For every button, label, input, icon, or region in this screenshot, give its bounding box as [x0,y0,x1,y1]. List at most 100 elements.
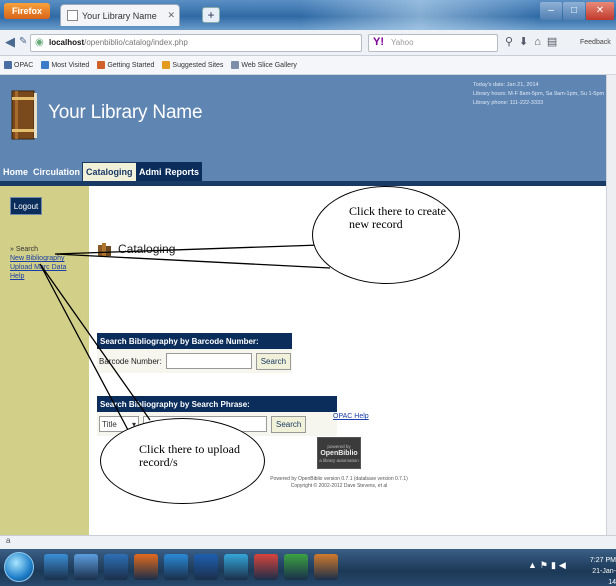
web-page: Your Library Name Today's date: Jan 21, … [0,75,606,535]
bookmark-icon [231,61,240,69]
sidebar-item-upload-marc[interactable]: Upload Marc Data [10,263,66,272]
barcode-label: Barcode Number: [99,356,162,366]
search-bar[interactable]: Y! Yahoo [368,34,498,52]
library-info: Today's date: Jan 21, 2014 Library hours… [473,81,604,108]
bookmark-icon [4,61,12,69]
bookmark-item[interactable]: Most Visited [41,61,89,69]
taskbar-app-icon[interactable] [164,554,188,580]
clock-date: 21-Jan-14 [592,568,616,586]
bookmarks-bar: OPAC Most Visited Getting Started Suggested… [0,56,616,75]
windows-taskbar: ▲⚑▮◀ 7:27 PM 21-Jan-14 [0,549,616,586]
bookmark-label: Suggested Sites [172,61,224,69]
taskbar-app-icon[interactable] [254,554,278,580]
books-icon [98,243,111,256]
browser-titlebar: Firefox Your Library Name ✕ + – □ ✕ [0,0,616,30]
barcode-box-title: Search Bibliography by Barcode Number: [97,333,292,349]
phrase-search-button[interactable]: Search [271,415,307,433]
taskbar-app-icon[interactable] [314,554,338,580]
url-bar[interactable]: ◉ localhost/openbiblio/catalog/index.php [30,34,362,52]
tab-title: Your Library Name [82,10,157,21]
site-identity-icon: ◉ [35,37,44,48]
taskbar-app-icon[interactable] [224,554,248,580]
titlebar-glare [300,0,540,30]
page-title: Cataloging [118,242,176,256]
taskbar-app-icon[interactable] [74,554,98,580]
new-tab-icon[interactable]: + [202,7,220,23]
library-name: Your Library Name [48,102,203,123]
maximize-icon[interactable]: □ [563,2,585,20]
book-logo-icon [11,90,37,140]
sidebar-item-help[interactable]: Help [10,272,66,281]
close-tab-icon[interactable]: ✕ [167,10,175,21]
phrase-box-title: Search Bibliography by Search Phrase: [97,396,337,412]
bookmark-icon [162,61,171,69]
openbiblio-logo[interactable]: powered by OpenBiblio a library automati… [317,437,361,469]
tab-reports[interactable]: Reports [162,162,203,181]
bookmark-label: Most Visited [51,61,90,69]
barcode-search-button[interactable]: Search [255,352,292,370]
page-heading: Cataloging [97,241,175,257]
taskbar-clock[interactable]: 7:27 PM 21-Jan-14 [585,555,616,586]
taskbar-app-icon[interactable] [44,554,68,580]
sidebar-search-label: » Search [10,246,39,253]
sidebar-item-new-bibliography[interactable]: New Bibliography [10,254,66,263]
footer-copyright: Copyright © 2002-2012 Dave Stevens, et a… [290,483,388,489]
page-icon [67,10,78,21]
bookmark-icon [41,61,50,69]
close-window-icon[interactable]: ✕ [586,2,614,20]
main-nav: Home Circulation Cataloging Admin Report… [0,155,606,181]
sidebar-links: » Search New Bibliography Upload Marc Da… [10,245,66,281]
page-scrollbar[interactable] [606,75,616,535]
browser-navbar: ◀ ✎ ◉ localhost/openbiblio/catalog/index… [0,30,616,56]
info-hours: Library hours: M-F 8am-5pm, Sa 9am-1pm, … [473,91,605,97]
openbiblio-brand: OpenBiblio [320,449,358,457]
bookmark-label: OPAC [14,61,34,69]
url-path: /openbiblio/catalog/index.php [84,38,188,47]
barcode-search-box: Search Bibliography by Barcode Number: B… [97,333,292,373]
bookmark-label: Getting Started [107,61,155,69]
logout-button[interactable]: Logout [10,197,42,215]
toolbar-icons[interactable]: ⚲⬇⌂▤ [505,35,563,48]
screen: Firefox Your Library Name ✕ + – □ ✕ ◀ ✎ … [0,0,616,586]
clock-time: 7:27 PM [589,557,616,564]
bookmark-label: Web Slice Gallery [241,61,297,69]
url-host: localhost [49,38,85,47]
bookmark-item[interactable]: Suggested Sites [162,61,223,69]
start-button[interactable] [4,552,34,582]
search-engine-name: Yahoo [391,38,414,47]
system-tray-icons[interactable]: ▲⚑▮◀ [528,560,569,571]
status-bar: a [0,535,616,549]
minimize-icon[interactable]: – [540,2,562,20]
tab-circulation[interactable]: Circulation [30,162,83,181]
library-header: Your Library Name Today's date: Jan 21, … [0,75,606,155]
barcode-box-body: Barcode Number: Search [97,349,292,373]
tab-cataloging[interactable]: Cataloging [82,162,137,181]
sidebar: Logout » Search New Bibliography Upload … [0,186,89,535]
bookmark-item[interactable]: Web Slice Gallery [231,61,297,69]
bookmark-item[interactable]: Getting Started [97,61,154,69]
search-type-value: Title [102,419,117,429]
taskbar-app-icon[interactable] [134,554,158,580]
opac-help-link[interactable]: OPAC Help [333,413,369,420]
bookmark-item[interactable]: OPAC [4,61,33,69]
info-date: Today's date: Jan 21, 2014 [473,82,539,88]
powered-by-text: powered by [327,443,351,449]
bookmark-icon [97,61,106,69]
yahoo-icon: Y! [373,36,384,48]
back-icon[interactable]: ◀ [5,34,15,50]
openbiblio-tagline: a library automation [319,457,359,463]
taskbar-app-icon[interactable] [104,554,128,580]
barcode-input[interactable] [165,353,252,369]
identity-icon[interactable]: ✎ [19,36,27,47]
taskbar-app-icon[interactable] [284,554,308,580]
footer-version: Powered by OpenBiblio version 0.7.1 (dat… [270,476,408,482]
feedback-button[interactable]: Feedback [580,39,611,46]
taskbar-app-icon[interactable] [194,554,218,580]
info-phone: Library phone: 111-222-3333 [473,100,544,106]
browser-tab[interactable]: Your Library Name ✕ [60,4,180,26]
callout-upload: Click there to upload record/s [100,418,265,504]
callout-new-record: Click there to create new record [312,186,460,284]
firefox-menu-button[interactable]: Firefox [4,3,50,19]
tab-home[interactable]: Home [0,162,31,181]
page-footer: Powered by OpenBiblio version 0.7.1 (dat… [259,476,419,490]
